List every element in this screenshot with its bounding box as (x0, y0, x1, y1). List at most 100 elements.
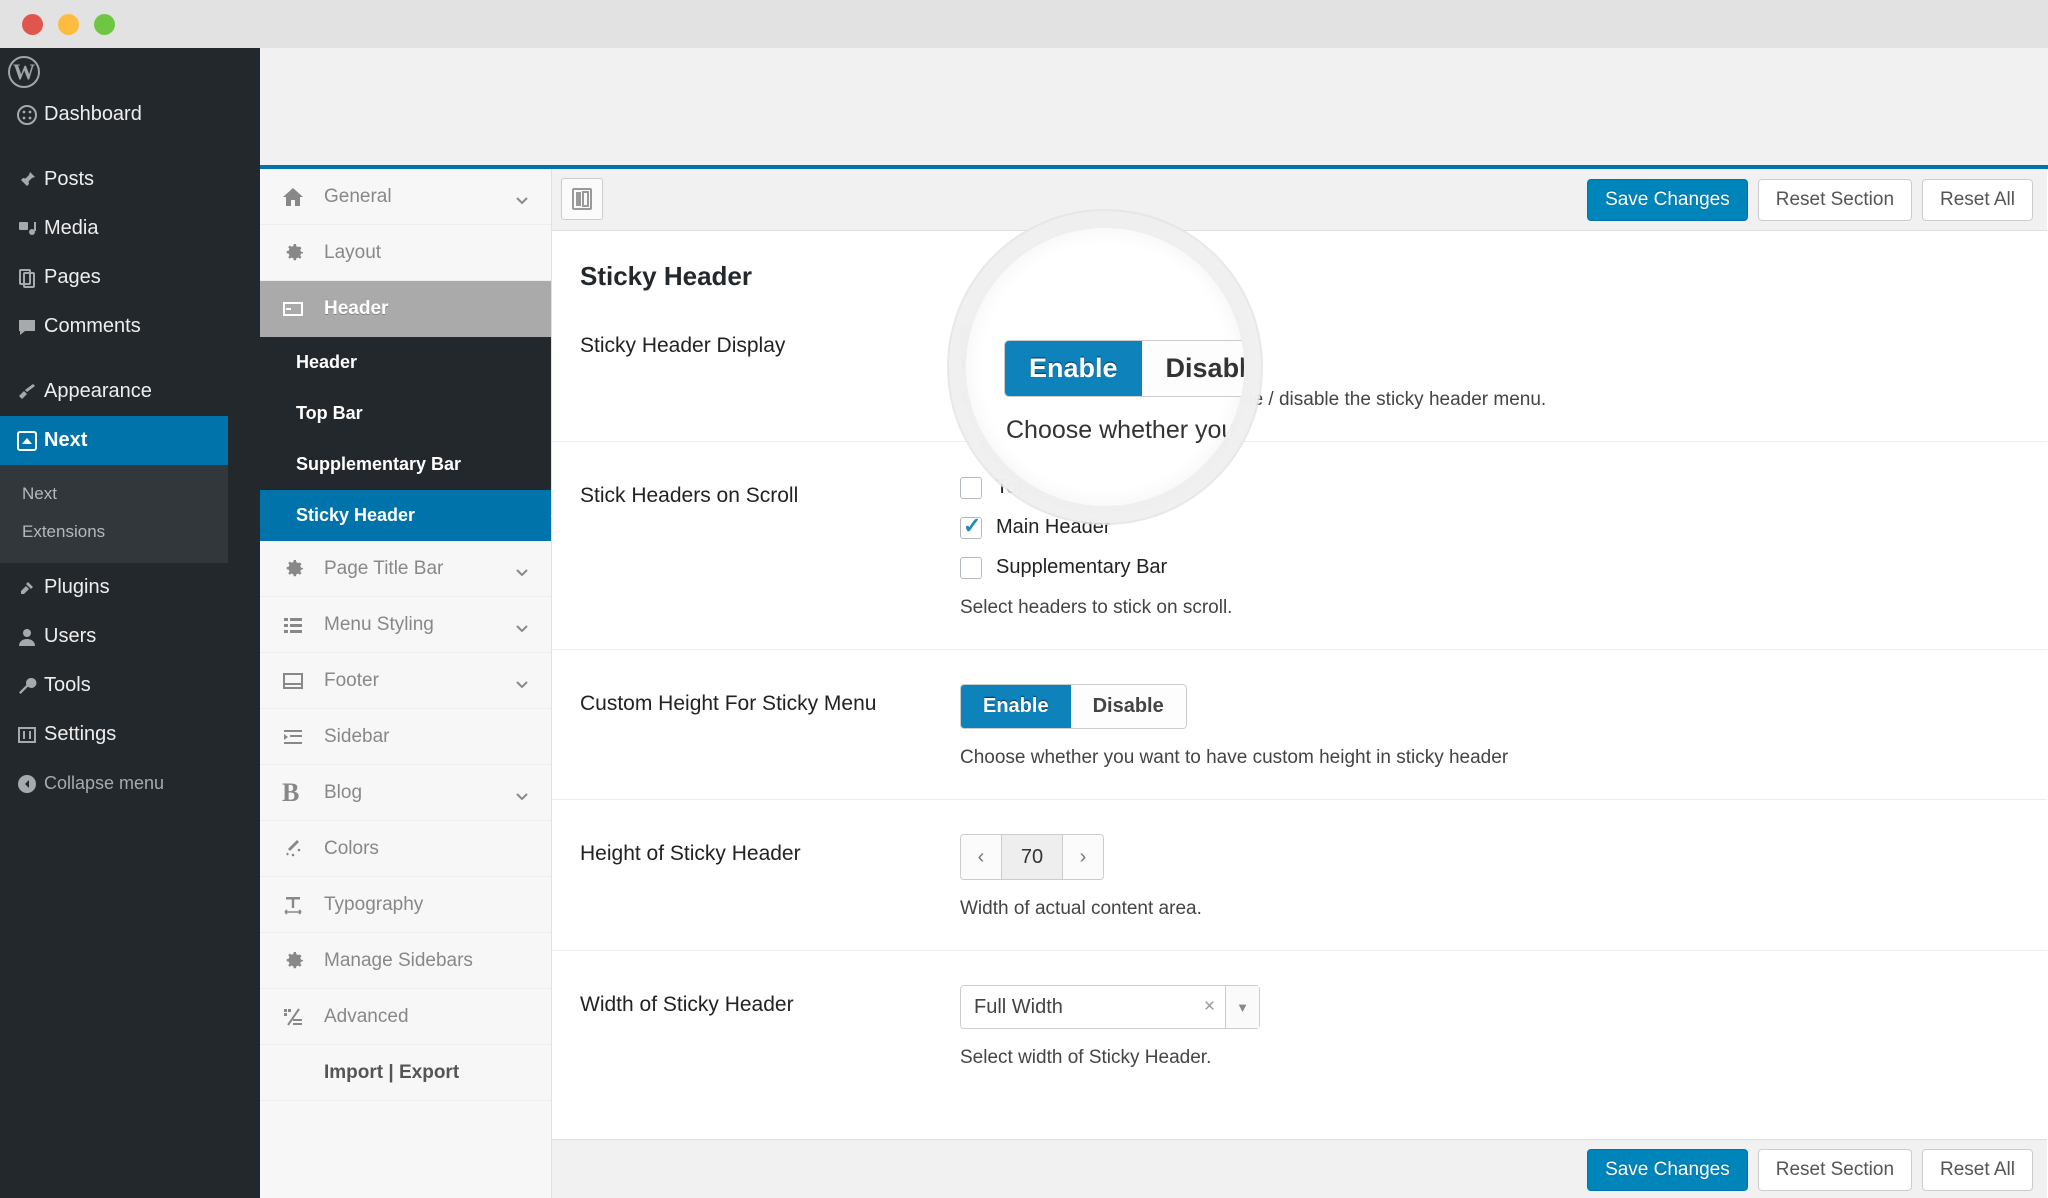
sidebar-item-tools[interactable]: Tools (0, 661, 228, 710)
opt-subitem-top-bar[interactable]: Top Bar (260, 388, 551, 439)
width-select[interactable]: Full Width × ▼ (960, 985, 1260, 1029)
opt-subitem-header[interactable]: Header (260, 337, 551, 388)
checkbox-main-header[interactable] (960, 513, 982, 539)
opt-nav-label: Colors (324, 837, 379, 859)
opt-nav-blog[interactable]: B Blog (260, 765, 551, 821)
checkbox-label: Main Header (996, 516, 1111, 538)
wp-logo-bar: W (0, 48, 228, 90)
field-control: Enable Disable Choose whether you want t… (960, 684, 2047, 769)
height-spinner[interactable]: ‹ 70 › (960, 834, 1104, 880)
close-button[interactable] (22, 14, 43, 35)
switch-disable-option[interactable]: Disable (1070, 685, 1186, 728)
sidebar-item-pages[interactable]: Pages (0, 253, 228, 302)
field-custom-height-for-sticky-menu: Custom Height For Sticky Menu Enable Dis… (552, 650, 2047, 800)
opt-nav-import-export[interactable]: Import | Export (260, 1045, 551, 1101)
options-footer: Save Changes Reset Section Reset All (552, 1139, 2047, 1198)
sidebar-item-media[interactable]: Media (0, 204, 228, 253)
checkbox-top-bar[interactable] (960, 476, 982, 499)
opt-nav-general[interactable]: General (260, 169, 551, 225)
field-description: Select headers to stick on scroll. (960, 597, 1233, 618)
switch-disable-option[interactable]: Disable (1070, 327, 1186, 370)
field-label: Height of Sticky Header (580, 842, 801, 865)
sticky-header-display-switch[interactable]: Enable Disable (960, 326, 1187, 371)
checkbox-row-main-header[interactable]: Main Header (960, 513, 2047, 539)
content-frame: General Layout Header Header Top Bar Sup… (260, 48, 2048, 1198)
page-background: General Layout Header Header Top Bar Sup… (228, 48, 2048, 1198)
chevron-down-icon[interactable]: ▼ (1225, 986, 1259, 1028)
checkbox-row-supplementary-bar[interactable]: Supplementary Bar (960, 556, 2047, 579)
field-label: Stick Headers on Scroll (580, 484, 799, 507)
field-label: Sticky Header Display (580, 334, 786, 357)
field-height-of-sticky-header: Height of Sticky Header ‹ 70 › Width of … (552, 800, 2047, 951)
switch-enable-option[interactable]: Enable (961, 327, 1071, 370)
opt-nav-typography[interactable]: Typography (260, 877, 551, 933)
spinner-increment-button[interactable]: › (1063, 835, 1103, 879)
field-label: Custom Height For Sticky Menu (580, 692, 877, 715)
opt-nav-menu-styling[interactable]: Menu Styling (260, 597, 551, 653)
opt-nav-layout[interactable]: Layout (260, 225, 551, 281)
opt-nav-header-subitems: Header Top Bar Supplementary Bar Sticky … (260, 337, 564, 541)
spinner-decrement-button[interactable]: ‹ (961, 835, 1001, 879)
opt-nav-footer[interactable]: Footer (260, 653, 551, 709)
reset-section-button-bottom[interactable]: Reset Section (1757, 1149, 1913, 1191)
gear-icon (282, 558, 324, 580)
sidebar-item-label: Pages (44, 266, 101, 288)
checkbox-label: Supplementary Bar (996, 556, 1168, 578)
collapse-menu-label: Collapse menu (44, 773, 165, 793)
save-changes-button-top[interactable]: Save Changes (1587, 179, 1748, 221)
field-sticky-header-display: Sticky Header Display Enable Disable Cho… (552, 292, 2047, 442)
field-control: Full Width × ▼ Select width of Sticky He… (960, 985, 2047, 1069)
home-icon (282, 186, 324, 208)
reset-all-button-top[interactable]: Reset All (1922, 179, 2033, 221)
field-control: Top Bar Main Header Supplementary Bar Se… (960, 476, 2047, 619)
field-label: Width of Sticky Header (580, 993, 794, 1016)
spinner-value[interactable]: 70 (1001, 835, 1063, 879)
save-changes-button-bottom[interactable]: Save Changes (1587, 1149, 1748, 1191)
submenu-item-extensions[interactable]: Extensions (0, 513, 228, 551)
type-icon (282, 894, 324, 916)
advanced-icon (282, 1006, 324, 1028)
minimize-button[interactable] (58, 14, 79, 35)
opt-nav-label: Advanced (324, 1005, 409, 1027)
opt-nav-page-title-bar[interactable]: Page Title Bar (260, 541, 551, 597)
sidebar-item-label: Next (44, 429, 88, 451)
clear-icon[interactable]: × (1194, 996, 1225, 1018)
sidebar-item-posts[interactable]: Posts (0, 155, 228, 204)
layout-toggle-icon[interactable] (561, 178, 603, 220)
wp-admin-sidebar: W Dashboard Posts Media Pages Comments A… (0, 48, 242, 1198)
submenu-item-next[interactable]: Next (0, 475, 228, 513)
checkbox-row-top-bar[interactable]: Top Bar (960, 476, 2047, 499)
field-control: Enable Disable Choose whether you want t… (960, 326, 2047, 411)
comment-icon (10, 317, 44, 337)
options-scroll-area: Sticky Header Sticky Header Display Enab… (552, 231, 2047, 1139)
opt-nav-advanced[interactable]: Advanced (260, 989, 551, 1045)
opt-subitem-supplementary-bar[interactable]: Supplementary Bar (260, 439, 551, 490)
switch-enable-option[interactable]: Enable (961, 685, 1071, 728)
opt-nav-label: Page Title Bar (324, 557, 444, 579)
opt-nav-sidebar[interactable]: Sidebar (260, 709, 551, 765)
sidebar-item-comments[interactable]: Comments (0, 302, 228, 351)
opt-subitem-sticky-header[interactable]: Sticky Header (260, 490, 564, 541)
sidebar-item-users[interactable]: Users (0, 612, 228, 661)
reset-all-button-bottom[interactable]: Reset All (1922, 1149, 2033, 1191)
collapse-arrow-icon (10, 774, 44, 794)
user-icon (10, 627, 44, 647)
collapse-menu-button[interactable]: Collapse menu (0, 759, 228, 808)
opt-nav-header[interactable]: Header (260, 281, 551, 337)
sidebar-item-appearance[interactable]: Appearance (0, 367, 228, 416)
checkbox-supplementary-bar[interactable] (960, 556, 982, 579)
opt-nav-manage-sidebars[interactable]: Manage Sidebars (260, 933, 551, 989)
sidebar-item-label: Media (44, 217, 99, 239)
opt-nav-label: Manage Sidebars (324, 949, 473, 971)
custom-height-switch[interactable]: Enable Disable (960, 684, 1187, 729)
field-width-of-sticky-header: Width of Sticky Header Full Width × ▼ Se… (552, 951, 2047, 1099)
reset-section-button-top[interactable]: Reset Section (1757, 179, 1913, 221)
sidebar-item-plugins[interactable]: Plugins (0, 563, 228, 612)
maximize-button[interactable] (94, 14, 115, 35)
opt-nav-colors[interactable]: Colors (260, 821, 551, 877)
sidebar-item-next[interactable]: Next (0, 416, 242, 465)
sidebar-item-settings[interactable]: Settings (0, 710, 228, 759)
next-icon (10, 430, 44, 452)
gear-icon (282, 242, 324, 264)
sidebar-item-dashboard[interactable]: Dashboard (0, 90, 228, 139)
